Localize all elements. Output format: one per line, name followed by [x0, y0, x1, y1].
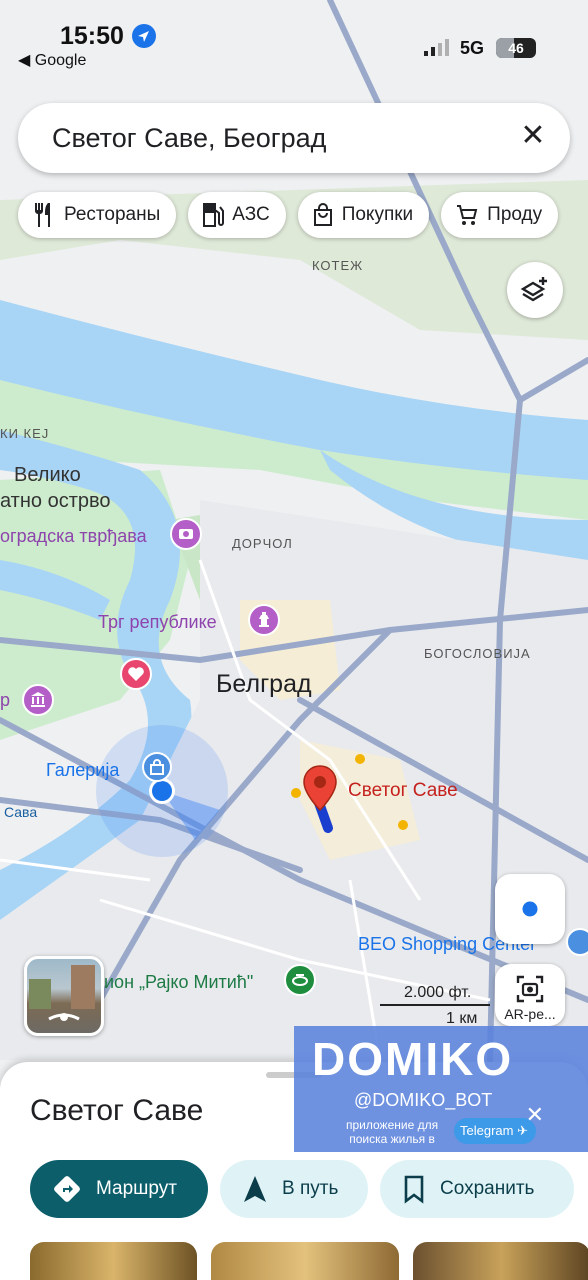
map-label-kotezh: КОТЕЖ	[312, 258, 364, 273]
place-title: Светог Саве	[30, 1094, 204, 1127]
map-label-ostrvo: атно острво	[0, 490, 111, 512]
network-type: 5G	[460, 38, 485, 58]
battery-icon: 46	[496, 38, 536, 58]
map-label-sava: Сава	[4, 804, 38, 820]
street-view-thumbnail[interactable]	[24, 956, 104, 1036]
start-button[interactable]: В путь	[220, 1160, 368, 1218]
location-arrow-icon	[132, 24, 156, 48]
gas-station-icon	[203, 203, 225, 227]
heart-poi-icon[interactable]	[120, 658, 152, 690]
map-label-veliko: Велико	[14, 464, 81, 486]
map-label-trg[interactable]: Трг републике	[98, 612, 217, 633]
stadium-poi-icon[interactable]	[284, 964, 316, 996]
fork-knife-icon	[35, 203, 50, 227]
place-marker-icon[interactable]	[302, 764, 338, 819]
telegram-label: Telegram	[460, 1123, 514, 1138]
signal-strength-icon	[424, 38, 452, 61]
telegram-badge[interactable]: Telegram ✈	[454, 1118, 536, 1144]
directions-button[interactable]: Маршрут	[30, 1160, 208, 1218]
chip-label: АЗС	[232, 204, 270, 225]
action-row: Маршрут В путь Сохранить	[30, 1160, 574, 1218]
chip-shopping[interactable]: Покупки	[297, 192, 430, 238]
back-to-app-link[interactable]: ◀ Google	[18, 50, 86, 70]
bookmark-icon	[404, 1175, 424, 1204]
map-label-dorcol: ДОРЧОЛ	[232, 536, 293, 551]
chip-label: Рестораны	[64, 204, 161, 225]
chip-label: Проду	[487, 204, 543, 225]
my-location-icon	[519, 898, 541, 920]
camera-poi-icon[interactable]	[170, 518, 202, 550]
chip-restaurants[interactable]: Рестораны	[18, 192, 177, 238]
map-label-r: р	[0, 690, 11, 710]
map-label-stadion[interactable]: ион „Рајко Митић"	[104, 972, 253, 993]
ad-banner[interactable]: DOMIKO @DOMIKO_BOT приложение для поиска…	[294, 1026, 588, 1152]
map-label-svetog-save[interactable]: Светог Саве	[348, 780, 458, 802]
banner-handle: @DOMIKO_BOT	[354, 1090, 493, 1110]
close-icon[interactable]: ✕	[516, 119, 550, 153]
cart-icon	[457, 205, 478, 225]
my-location-button[interactable]	[495, 874, 565, 944]
navigation-arrow-icon	[244, 1176, 266, 1202]
layers-button[interactable]	[507, 262, 563, 318]
scale-bar	[380, 1004, 490, 1006]
chip-label: Покупки	[341, 204, 414, 225]
save-label: Сохранить	[440, 1178, 535, 1199]
shopping-poi-icon[interactable]	[142, 752, 172, 782]
chip-groceries[interactable]: Проду	[441, 192, 559, 238]
museum-poi-icon[interactable]	[22, 684, 54, 716]
ar-button-label: AR-ре...	[504, 1006, 556, 1022]
scale-feet: 2.000 фт.	[404, 984, 472, 1001]
directions-icon	[54, 1176, 80, 1202]
shopping-center-poi-icon[interactable]	[566, 928, 588, 956]
banner-subtitle-line1: приложение для	[346, 1118, 439, 1132]
place-photo[interactable]	[412, 1242, 588, 1280]
map-label-galerija[interactable]: Галерија	[46, 760, 119, 781]
category-chips: Рестораны АЗС Покупки Проду	[18, 192, 559, 238]
banner-subtitle-line2: поиска жилья в	[349, 1132, 435, 1146]
place-photo[interactable]	[211, 1242, 399, 1280]
ar-button[interactable]: AR-ре...	[495, 964, 565, 1026]
map-label-tvrdjava[interactable]: оградска тврђава	[0, 526, 147, 547]
directions-label: Маршрут	[96, 1178, 177, 1199]
search-bar[interactable]: Светог Саве, Београд ✕	[18, 103, 570, 173]
close-icon[interactable]: ✕	[526, 1102, 544, 1128]
search-query[interactable]: Светог Саве, Београд	[52, 123, 326, 154]
save-button[interactable]: Сохранить	[380, 1160, 574, 1218]
map-label-beograd: Белград	[216, 670, 312, 698]
map-label-kej: КИ КЕЈ	[0, 426, 50, 441]
photo-strip	[30, 1242, 588, 1280]
banner-logo: DOMIKO	[312, 1033, 514, 1085]
map-label-bogoslovija: БОГОСЛОВИЈА	[424, 646, 531, 661]
banner-subtitle: приложение для поиска жилья в	[346, 1118, 438, 1146]
shopping-bag-icon	[313, 203, 332, 226]
landmark-poi-icon[interactable]	[248, 604, 280, 636]
start-label: В путь	[282, 1178, 339, 1199]
status-time: 15:50	[60, 22, 124, 50]
chip-gas-stations[interactable]: АЗС	[188, 192, 286, 238]
ar-camera-icon	[516, 975, 544, 1003]
place-photo[interactable]	[30, 1242, 198, 1280]
layers-plus-icon	[520, 277, 547, 302]
